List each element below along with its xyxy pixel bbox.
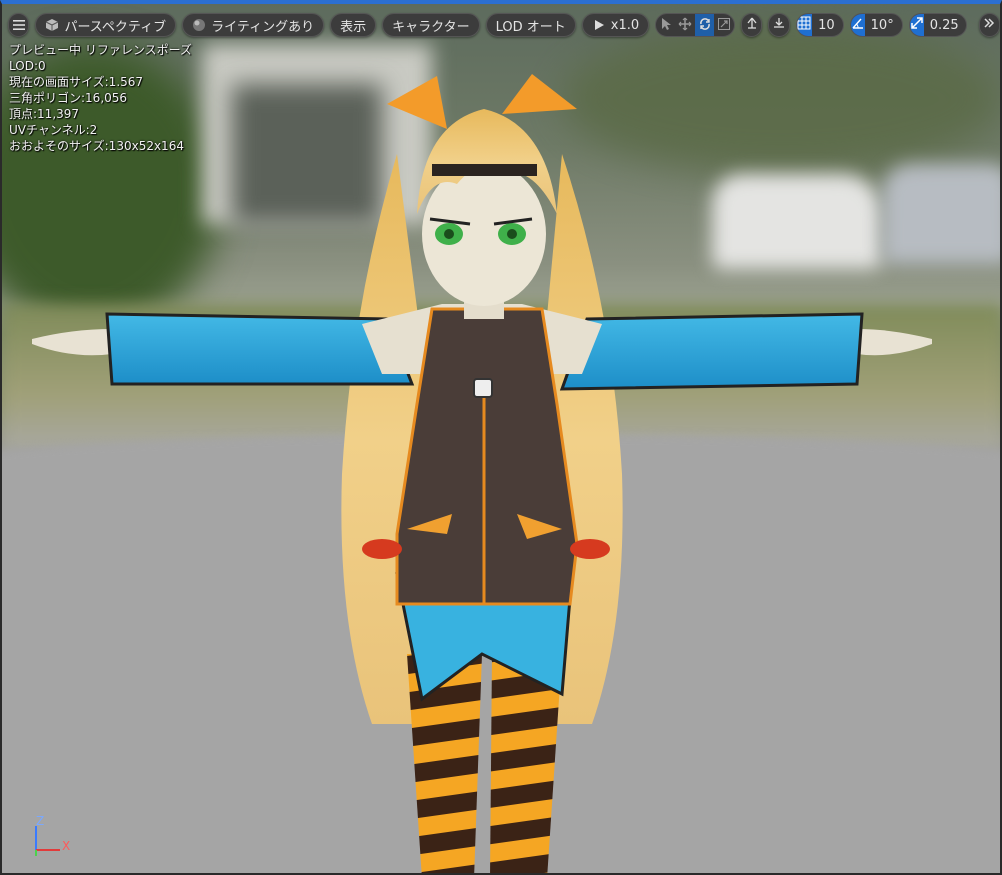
- lighting-mode-label: ライティングあり: [211, 19, 315, 35]
- preview-status: プレビュー中 リファレンスポーズ: [9, 43, 192, 57]
- translate-mode-button[interactable]: [676, 14, 695, 36]
- grid-snap-toggle[interactable]: [796, 14, 813, 36]
- rotate-mode-button[interactable]: [695, 14, 715, 36]
- scale-icon: [717, 16, 731, 35]
- vertex-count-stat: 頂点:11,397: [9, 107, 80, 121]
- scale-mode-button[interactable]: [714, 14, 733, 36]
- lod-button[interactable]: LOD オート: [485, 13, 576, 37]
- coordinate-system-button[interactable]: [740, 13, 763, 37]
- approx-size-stat: おおよそのサイズ:130x52x164: [9, 139, 184, 153]
- playback-speed-button[interactable]: x1.0: [581, 13, 650, 37]
- grid-icon: [797, 16, 811, 34]
- rotation-snap-control[interactable]: 10°: [849, 13, 903, 37]
- character-button[interactable]: キャラクター: [382, 13, 480, 37]
- playback-speed-label: x1.0: [610, 17, 640, 33]
- viewport[interactable]: パースペクティブ ライティングあり 表示 キャラクター LOD オート x1.0: [0, 0, 1002, 875]
- lighting-mode-button[interactable]: ライティングあり: [182, 13, 325, 37]
- lod-label: LOD オート: [495, 19, 566, 35]
- rotate-icon: [698, 16, 712, 35]
- local-coordinates-icon: [745, 16, 759, 34]
- view-mode-button[interactable]: パースペクティブ: [35, 13, 177, 37]
- move-arrows-icon: [678, 16, 692, 35]
- hamburger-icon: [12, 18, 26, 32]
- scale-arrow-icon: [910, 16, 924, 34]
- surface-snap-icon: [772, 16, 786, 34]
- show-button[interactable]: 表示: [330, 13, 377, 37]
- grid-snap-value[interactable]: 10: [812, 18, 843, 33]
- cursor-arrow-icon: [660, 16, 672, 35]
- viewport-stats: プレビュー中 リファレンスポーズ LOD:0 現在の画面サイズ:1.567 三角…: [9, 42, 192, 154]
- scale-snap-value[interactable]: 0.25: [924, 18, 966, 33]
- cube-icon: [45, 18, 59, 32]
- angle-icon: [851, 16, 865, 34]
- axis-gizmo: Z X: [30, 814, 80, 860]
- grid-snap-control[interactable]: 10: [795, 13, 844, 37]
- screen-size-stat: 現在の画面サイズ:1.567: [9, 75, 144, 89]
- transform-mode-group: [655, 13, 735, 37]
- scale-snap-toggle[interactable]: [909, 14, 924, 36]
- view-mode-label: パースペクティブ: [64, 19, 167, 35]
- z-axis-label: Z: [36, 814, 45, 828]
- character-label: キャラクター: [392, 19, 470, 35]
- play-icon: [592, 18, 606, 32]
- surface-snapping-button[interactable]: [768, 13, 790, 37]
- triangle-count-stat: 三角ポリゴン:16,056: [9, 91, 128, 105]
- rotation-snap-toggle[interactable]: [850, 14, 865, 36]
- lighting-sphere-icon: [192, 18, 206, 32]
- uv-channel-stat: UVチャンネル:2: [9, 123, 98, 137]
- viewport-menu-button[interactable]: [8, 13, 30, 37]
- x-axis-label: X: [62, 839, 71, 853]
- chevron-double-right-icon: [983, 17, 995, 33]
- show-label: 表示: [340, 19, 367, 35]
- viewport-toolbar: パースペクティブ ライティングあり 表示 キャラクター LOD オート x1.0: [8, 11, 1000, 39]
- select-mode-button[interactable]: [656, 14, 675, 36]
- rotation-snap-value[interactable]: 10°: [865, 18, 902, 33]
- scale-snap-control[interactable]: 0.25: [908, 13, 967, 37]
- lod-stat: LOD:0: [9, 59, 46, 73]
- toolbar-overflow-button[interactable]: [978, 13, 1000, 37]
